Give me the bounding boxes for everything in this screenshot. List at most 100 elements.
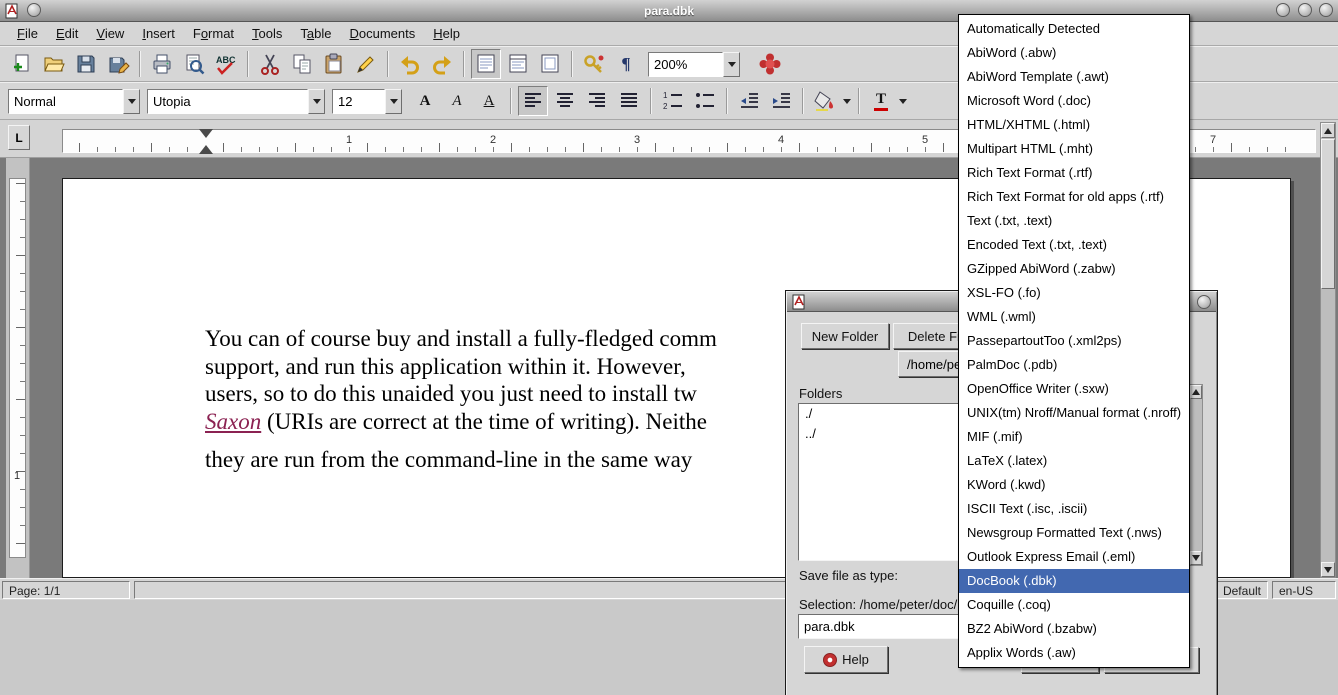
pilcrow-icon: ¶ [621, 54, 630, 74]
file-type-option[interactable]: OpenOffice Writer (.sxw) [959, 377, 1189, 401]
menu-item[interactable]: Help [424, 23, 469, 44]
align-left-button[interactable] [518, 86, 548, 116]
files-scroll-up-button[interactable] [1190, 385, 1202, 399]
scrollbar-thumb[interactable] [1321, 139, 1335, 289]
copy-button[interactable] [287, 49, 317, 79]
file-type-option[interactable]: LaTeX (.latex) [959, 449, 1189, 473]
align-center-button[interactable] [550, 86, 580, 116]
file-type-option[interactable]: PassepartoutToo (.xml2ps) [959, 329, 1189, 353]
print-button[interactable] [147, 49, 177, 79]
dialog-close-button[interactable] [1197, 295, 1211, 309]
vertical-scrollbar[interactable] [1320, 122, 1336, 578]
file-type-option[interactable]: XSL-FO (.fo) [959, 281, 1189, 305]
folders-list[interactable]: ./../ [798, 403, 976, 561]
print-view-button[interactable] [535, 49, 565, 79]
file-type-option[interactable]: ISCII Text (.isc, .iscii) [959, 497, 1189, 521]
align-justify-button[interactable] [614, 86, 644, 116]
file-type-option[interactable]: Text (.txt, .text) [959, 209, 1189, 233]
font-color-button[interactable]: T [866, 86, 896, 116]
font-dropdown-arrow[interactable] [308, 89, 325, 114]
open-button[interactable] [39, 49, 69, 79]
font-color-dropdown-arrow[interactable] [897, 86, 909, 116]
file-type-option[interactable]: Coquille (.coq) [959, 593, 1189, 617]
file-type-option[interactable]: Rich Text Format (.rtf) [959, 161, 1189, 185]
paste-button[interactable] [319, 49, 349, 79]
files-list-scrollbar[interactable] [1189, 384, 1203, 566]
web-view-button[interactable] [503, 49, 533, 79]
bold-button[interactable]: A [410, 86, 440, 116]
highlight-dropdown-arrow[interactable] [841, 86, 853, 116]
zoom-combo[interactable]: 200% [648, 52, 740, 77]
highlight-button[interactable] [810, 86, 840, 116]
style-combo[interactable]: Normal [8, 89, 140, 114]
italic-button[interactable]: A [442, 86, 472, 116]
page-indicator: Page: 1/1 [2, 581, 130, 599]
show-formatting-button[interactable]: ¶ [611, 49, 641, 79]
file-type-option[interactable]: UNIX(tm) Nroff/Manual format (.nroff) [959, 401, 1189, 425]
print-preview-button[interactable] [179, 49, 209, 79]
file-type-option[interactable]: AbiWord (.abw) [959, 41, 1189, 65]
style-dropdown-arrow[interactable] [123, 89, 140, 114]
file-type-option[interactable]: DocBook (.dbk) [959, 569, 1189, 593]
cut-button[interactable] [255, 49, 285, 79]
font-combo[interactable]: Utopia [147, 89, 325, 114]
file-type-option[interactable]: WML (.wml) [959, 305, 1189, 329]
close-button[interactable] [1319, 3, 1333, 17]
file-type-dropdown[interactable]: Automatically DetectedAbiWord (.abw)AbiW… [958, 14, 1190, 668]
saxon-hyperlink[interactable]: Saxon [205, 409, 261, 434]
spellcheck-button[interactable]: ABC [211, 49, 241, 79]
numbered-list-button[interactable]: 12 [658, 86, 688, 116]
menu-item[interactable]: Format [184, 23, 243, 44]
insert-link-button[interactable] [579, 49, 609, 79]
files-scroll-down-button[interactable] [1190, 551, 1202, 565]
tab-selector[interactable]: L [8, 125, 30, 150]
font-size-dropdown-arrow[interactable] [385, 89, 402, 114]
file-type-option[interactable]: Encoded Text (.txt, .text) [959, 233, 1189, 257]
file-type-option[interactable]: Automatically Detected [959, 17, 1189, 41]
zoom-dropdown-arrow[interactable] [723, 52, 740, 77]
font-size-combo[interactable]: 12 [332, 89, 402, 114]
file-type-option[interactable]: Rich Text Format for old apps (.rtf) [959, 185, 1189, 209]
normal-view-button[interactable] [471, 49, 501, 79]
scroll-down-button[interactable] [1321, 562, 1335, 577]
first-line-indent-marker[interactable] [199, 129, 213, 138]
save-as-button[interactable] [103, 49, 133, 79]
file-type-option[interactable]: MIF (.mif) [959, 425, 1189, 449]
menu-item[interactable]: View [87, 23, 133, 44]
file-type-option[interactable]: AbiWord Template (.awt) [959, 65, 1189, 89]
help-button[interactable]: Help [804, 646, 888, 673]
file-type-option[interactable]: Multipart HTML (.mht) [959, 137, 1189, 161]
file-type-option[interactable]: PalmDoc (.pdb) [959, 353, 1189, 377]
folder-item[interactable]: ../ [799, 424, 975, 444]
bullet-list-button[interactable] [690, 86, 720, 116]
file-type-option[interactable]: Newsgroup Formatted Text (.nws) [959, 521, 1189, 545]
decrease-indent-button[interactable] [734, 86, 764, 116]
file-type-option[interactable]: HTML/XHTML (.html) [959, 113, 1189, 137]
file-type-option[interactable]: GZipped AbiWord (.zabw) [959, 257, 1189, 281]
maximize-button[interactable] [1298, 3, 1312, 17]
underline-button[interactable]: A [474, 86, 504, 116]
left-indent-marker[interactable] [199, 145, 213, 154]
menu-item[interactable]: Insert [133, 23, 184, 44]
new-folder-button[interactable]: New Folder [801, 323, 889, 349]
align-right-button[interactable] [582, 86, 612, 116]
file-type-option[interactable]: Microsoft Word (.doc) [959, 89, 1189, 113]
minimize-button[interactable] [1276, 3, 1290, 17]
format-painter-button[interactable] [351, 49, 381, 79]
file-type-option[interactable]: Applix Words (.aw) [959, 641, 1189, 665]
menu-item[interactable]: Edit [47, 23, 87, 44]
save-button[interactable] [71, 49, 101, 79]
scroll-up-button[interactable] [1321, 123, 1335, 138]
folder-item[interactable]: ./ [799, 404, 975, 424]
file-type-option[interactable]: KWord (.kwd) [959, 473, 1189, 497]
new-document-button[interactable] [7, 49, 37, 79]
file-type-option[interactable]: Outlook Express Email (.eml) [959, 545, 1189, 569]
menu-item[interactable]: Table [291, 23, 340, 44]
increase-indent-button[interactable] [766, 86, 796, 116]
redo-button[interactable] [427, 49, 457, 79]
undo-button[interactable] [395, 49, 425, 79]
menu-item[interactable]: File [8, 23, 47, 44]
menu-item[interactable]: Tools [243, 23, 291, 44]
file-type-option[interactable]: BZ2 AbiWord (.bzabw) [959, 617, 1189, 641]
menu-item[interactable]: Documents [341, 23, 425, 44]
